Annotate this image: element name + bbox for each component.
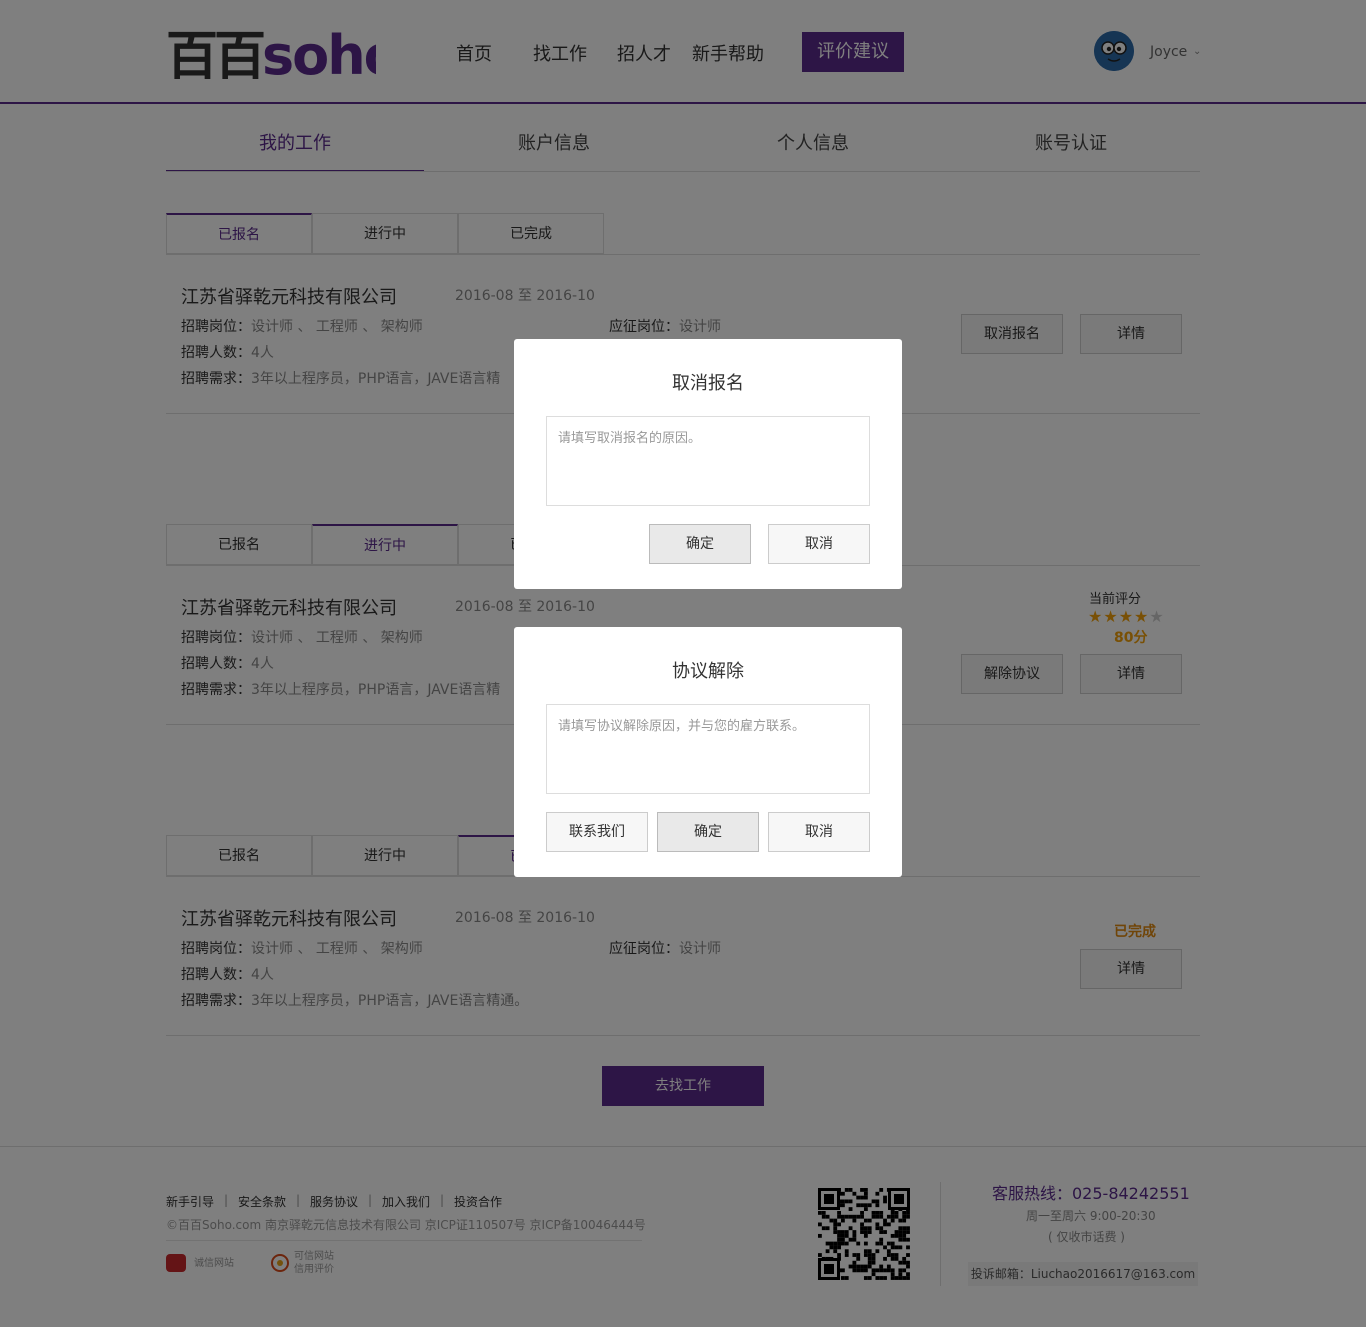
terminate-reason-input[interactable] (546, 704, 870, 794)
terminate-agreement-modal: 协议解除 联系我们 确定 取消 (514, 627, 902, 877)
cancel-button[interactable]: 取消 (768, 524, 870, 564)
contact-us-button[interactable]: 联系我们 (546, 812, 648, 852)
cancel-button[interactable]: 取消 (768, 812, 870, 852)
cancel-reason-input[interactable] (546, 416, 870, 506)
confirm-button[interactable]: 确定 (657, 812, 759, 852)
cancel-registration-modal: 取消报名 确定 取消 (514, 339, 902, 589)
modal-title: 取消报名 (672, 373, 744, 394)
modal-title: 协议解除 (672, 661, 744, 682)
confirm-button[interactable]: 确定 (649, 524, 751, 564)
